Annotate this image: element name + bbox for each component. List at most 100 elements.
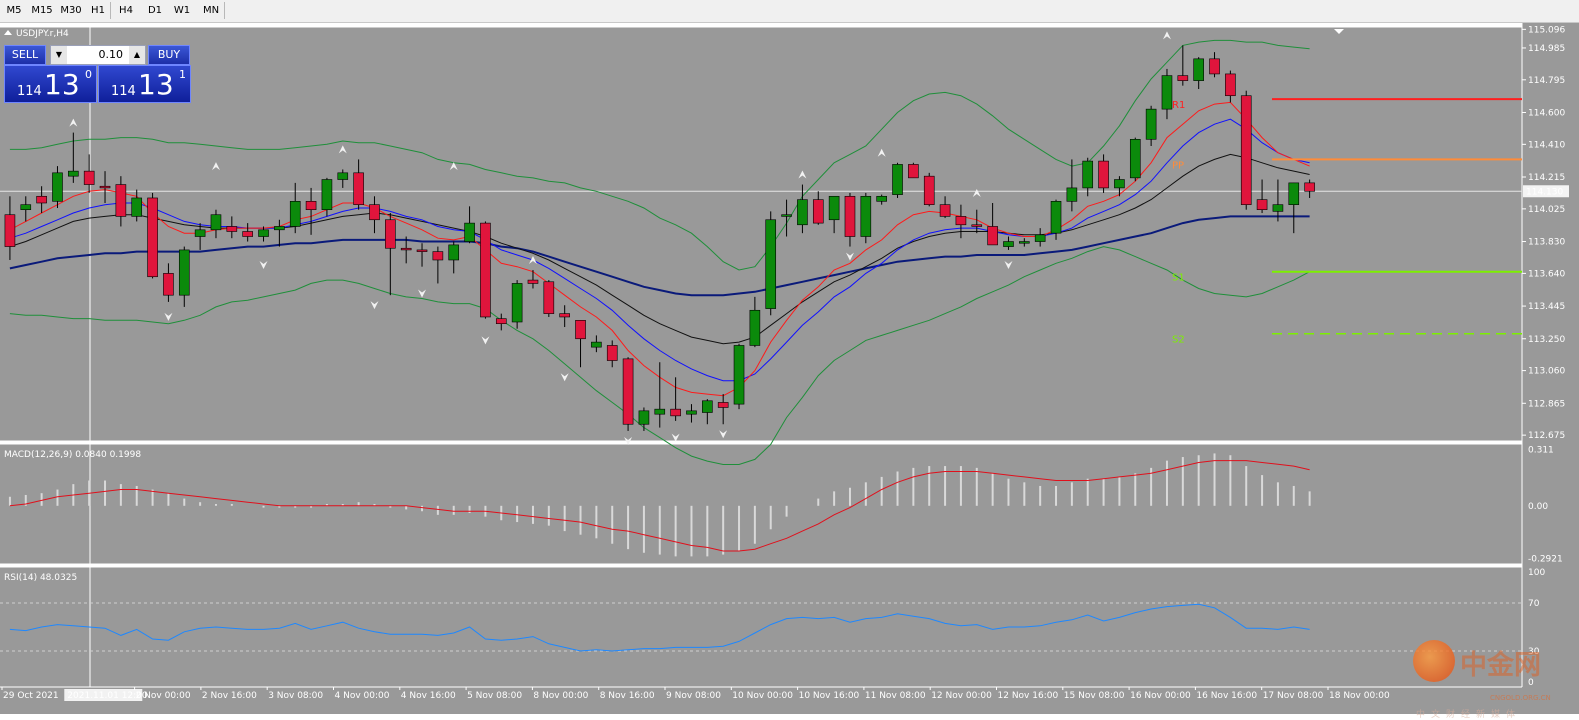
- candle-body: [844, 195, 856, 237]
- buy-price-small: 114: [111, 84, 136, 99]
- symbol-label: USDJPY.r,H4: [16, 29, 69, 39]
- candle-body: [242, 231, 253, 237]
- candle-body: [511, 283, 523, 323]
- time-tick-label: 17 Nov 08:00: [1263, 691, 1324, 701]
- candle: [622, 357, 634, 431]
- pivot-label-s2: S2: [1172, 335, 1185, 346]
- candle-body: [923, 175, 935, 205]
- rsi-label: RSI(14) 48.0325: [4, 573, 77, 583]
- buy-price-button[interactable]: 114 13 1: [98, 65, 191, 103]
- candle-body: [908, 164, 919, 179]
- price-tick-label: 114.985: [1528, 44, 1565, 54]
- candle: [480, 221, 491, 319]
- lot-size-field[interactable]: ▼ 0.10 ▲: [50, 45, 146, 65]
- toolbar-separator: [110, 2, 111, 19]
- buy-price-big: 13: [138, 68, 174, 101]
- timeframe-toolbar: M5 M15 M30 H1 H4 D1 W1 MN: [0, 0, 1579, 23]
- candle-body: [686, 410, 697, 415]
- sell-price-button[interactable]: 114 13 0: [4, 65, 97, 103]
- candle-body: [1256, 199, 1268, 210]
- pivot-label-s1: S1: [1172, 273, 1185, 284]
- candle-body: [797, 199, 808, 226]
- lot-decrease-icon[interactable]: ▼: [51, 46, 67, 64]
- candle-body: [305, 201, 317, 210]
- candle-body: [480, 222, 491, 318]
- candle-body: [591, 341, 602, 348]
- candle-body: [274, 226, 285, 231]
- time-tick-label: 2 Nov 16:00: [202, 691, 257, 701]
- sell-button[interactable]: SELL: [4, 45, 46, 65]
- candle: [923, 172, 935, 207]
- candle-body: [749, 309, 761, 346]
- candle-body: [670, 408, 681, 417]
- candle-body: [1225, 73, 1236, 97]
- candle-body: [781, 214, 792, 217]
- candle-body: [416, 249, 428, 252]
- time-tick-label: 2 Nov 00:00: [136, 691, 191, 701]
- candle-body: [464, 222, 475, 242]
- timeframe-h1[interactable]: H1: [88, 2, 108, 19]
- timeframe-d1[interactable]: D1: [144, 2, 166, 19]
- price-tick-label: 113.640: [1528, 269, 1565, 279]
- lot-value[interactable]: 0.10: [99, 46, 124, 64]
- price-tick-label: 114.410: [1528, 140, 1565, 150]
- candle-body: [717, 402, 729, 408]
- candle: [1129, 137, 1141, 182]
- candle-body: [622, 358, 634, 425]
- timeframe-h4[interactable]: H4: [115, 2, 137, 19]
- chart-window[interactable]: 115.096 114.985 114.795 114.600 114.410 114.2…: [0, 23, 1579, 720]
- watermark-domain: CNGOLD.ORG.CN: [1490, 694, 1551, 702]
- candle-body: [1082, 160, 1094, 189]
- price-panel-bg: [0, 27, 1522, 441]
- price-tick-label: 113.830: [1528, 238, 1565, 248]
- timeframe-m30[interactable]: M30: [58, 2, 84, 19]
- candle-body: [527, 279, 539, 284]
- price-chart[interactable]: 115.096 114.985 114.795 114.600 114.410 114.2…: [0, 23, 1579, 714]
- price-tick-label: 114.795: [1528, 76, 1565, 86]
- candle-body: [68, 170, 79, 177]
- candle: [511, 280, 523, 329]
- time-tick-label: 12 Nov 16:00: [998, 691, 1059, 701]
- candle-body: [52, 172, 63, 202]
- candle: [765, 211, 777, 316]
- macd-tick-label: 0.311: [1528, 446, 1554, 456]
- candle: [543, 280, 555, 317]
- timeframe-m5[interactable]: M5: [4, 2, 24, 19]
- candle-body: [939, 204, 951, 217]
- lot-increase-icon[interactable]: ▲: [129, 46, 145, 64]
- candle-body: [1098, 160, 1109, 189]
- candle: [860, 192, 872, 244]
- candle: [892, 162, 903, 198]
- rsi-tick-label: 100: [1528, 568, 1545, 578]
- time-tick-label: 18 Nov 00:00: [1329, 691, 1390, 701]
- candle-body: [194, 229, 206, 237]
- buy-button[interactable]: BUY: [148, 45, 190, 65]
- candle-body: [1272, 204, 1284, 212]
- candle-body: [971, 224, 983, 227]
- candle-body: [638, 410, 650, 425]
- toolbar-separator: [224, 2, 225, 19]
- candle-body: [210, 214, 222, 231]
- buy-price-pip: 1: [179, 68, 186, 81]
- price-tick-label: 113.060: [1528, 367, 1565, 377]
- time-tick-label: 10 Nov 16:00: [799, 691, 860, 701]
- candle-body: [448, 244, 460, 261]
- candle-body: [385, 219, 396, 249]
- candle-body: [1304, 182, 1315, 192]
- time-tick-label: 10 Nov 00:00: [732, 691, 793, 701]
- candle-body: [1193, 58, 1204, 81]
- time-tick-label: 5 Nov 08:00: [467, 691, 522, 701]
- candle-body: [1050, 201, 1062, 234]
- candle-body: [543, 281, 555, 314]
- candle-body: [1114, 179, 1125, 189]
- current-price-label: 114.130: [1526, 187, 1563, 197]
- candle-body: [1288, 182, 1300, 205]
- timeframe-mn[interactable]: MN: [199, 2, 223, 19]
- candle-body: [289, 201, 301, 227]
- candle-body: [337, 172, 349, 180]
- timeframe-m15[interactable]: M15: [30, 2, 54, 19]
- candle-body: [559, 313, 570, 318]
- time-tick-label: 16 Nov 00:00: [1130, 691, 1191, 701]
- timeframe-w1[interactable]: W1: [171, 2, 193, 19]
- time-tick-label: 12 Nov 00:00: [931, 691, 992, 701]
